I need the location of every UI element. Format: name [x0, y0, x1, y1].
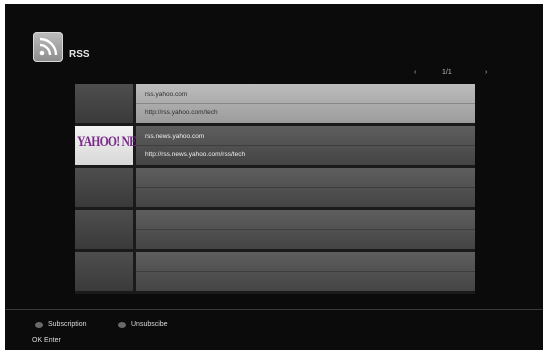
page-prev-arrow-icon[interactable]: ‹ [414, 69, 416, 76]
feed-thumbnail [75, 210, 133, 249]
empty-feed-row[interactable] [75, 210, 475, 249]
screen: RSS ‹ 1/1 › rss.yahoo.com http://rss.yah… [5, 4, 543, 350]
yahoo-news-logo: YAHOO! NEWS [75, 126, 154, 165]
feed-row-body[interactable]: rss.yahoo.com http://rss.yahoo.com/tech [136, 84, 475, 123]
page-next-arrow-icon[interactable]: › [485, 69, 487, 76]
feed-title: rss.news.yahoo.com [145, 133, 205, 140]
page-indicator: 1/1 [442, 69, 452, 76]
feed-thumbnail [75, 252, 133, 291]
feed-url: http://rss.news.yahoo.com/rss/tech [145, 151, 246, 158]
subscription-hint[interactable]: Subscription [48, 321, 87, 328]
pager: ‹ 1/1 › [410, 69, 495, 81]
feed-thumbnail [75, 84, 133, 123]
row-divider [136, 103, 475, 104]
rss-feed-icon [33, 32, 63, 62]
page-title: RSS [69, 49, 90, 60]
row-divider [136, 145, 475, 146]
feed-row-body[interactable]: rss.news.yahoo.com http://rss.news.yahoo… [136, 126, 475, 165]
feed-title: rss.yahoo.com [145, 91, 188, 98]
feed-url: http://rss.yahoo.com/tech [145, 109, 218, 116]
row-divider [136, 187, 475, 188]
ok-enter-hint[interactable]: OK Enter [32, 337, 61, 344]
row-divider [136, 271, 475, 272]
empty-feed-row[interactable] [75, 252, 475, 291]
feed-row[interactable]: YAHOO! NEWS rss.news.yahoo.com http://rs… [75, 126, 475, 165]
feed-row-body[interactable] [136, 168, 475, 207]
feed-row-body[interactable] [136, 210, 475, 249]
color-key-dot-icon [35, 322, 43, 328]
feed-row[interactable]: rss.yahoo.com http://rss.yahoo.com/tech [75, 84, 475, 123]
color-key-dot-icon [118, 322, 126, 328]
feed-list: rss.yahoo.com http://rss.yahoo.com/tech … [75, 84, 475, 294]
unsubscribe-hint[interactable]: Unsubscibe [131, 321, 168, 328]
feed-thumbnail [75, 168, 133, 207]
footer-divider [5, 309, 543, 310]
empty-feed-row[interactable] [75, 168, 475, 207]
row-divider [136, 229, 475, 230]
feed-row-body[interactable] [136, 252, 475, 291]
